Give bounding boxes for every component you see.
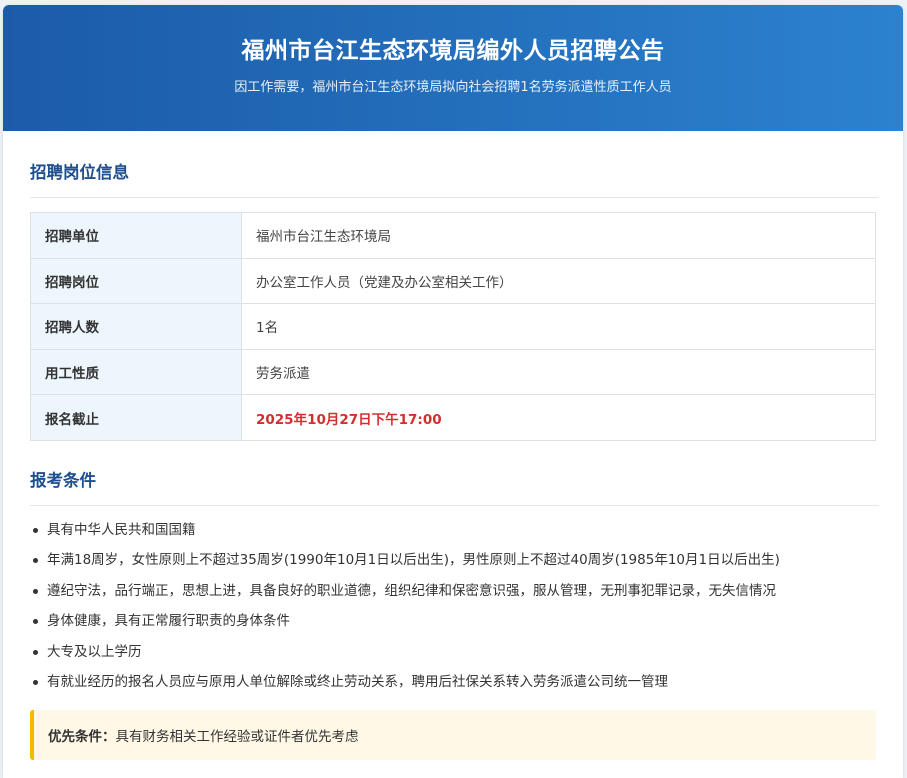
bullet-icon [33,558,38,564]
list-item: 遵纪守法，品行端正，思想上进，具备良好的职业道德，组织纪律和保密意识强，服从管理… [30,581,879,611]
requirements-section-title: 报考条件 [30,469,879,506]
row-value: 1名 [241,303,876,350]
list-item: 具有中华人民共和国国籍 [30,520,879,550]
bullet-icon [33,619,38,625]
requirements-list: 具有中华人民共和国国籍 年满18周岁，女性原则上不超过35周岁(1990年10月… [30,520,879,702]
row-label: 招聘人数 [30,303,242,350]
list-item-text: 具有中华人民共和国国籍 [47,521,196,538]
table-row: 招聘岗位 办公室工作人员（党建及办公室相关工作） [30,257,876,305]
page-subtitle: 因工作需要，福州市台江生态环境局拟向社会招聘1名劳务派遣性质工作人员 [234,80,672,95]
row-value: 劳务派遣 [241,348,876,396]
row-label: 招聘岗位 [30,257,242,305]
table-row: 报名截止 2025年10月27日下午17:00 [30,394,876,441]
table-row: 用工性质 劳务派遣 [30,348,876,396]
list-item: 大专及以上学历 [30,642,879,672]
list-item: 年满18周岁，女性原则上不超过35周岁(1990年10月1日以后出生)，男性原则… [30,550,879,580]
table-row: 招聘人数 1名 [30,303,876,350]
list-item-text: 年满18周岁，女性原则上不超过35周岁(1990年10月1日以后出生)，男性原则… [47,552,780,569]
bullet-icon [33,679,38,685]
table-row: 招聘单位 福州市台江生态环境局 [30,212,876,259]
row-label: 报名截止 [30,394,242,441]
list-item-text: 身体健康，具有正常履行职责的身体条件 [47,613,290,630]
list-item: 有就业经历的报名人员应与原用人单位解除或终止劳动关系，聘用后社保关系转入劳务派遣… [30,672,879,702]
list-item-text: 遵纪守法，品行端正，思想上进，具备良好的职业道德，组织纪律和保密意识强，服从管理… [47,582,776,599]
page-title: 福州市台江生态环境局编外人员招聘公告 [241,38,665,64]
position-section-title: 招聘岗位信息 [30,161,879,198]
bullet-icon [33,649,38,655]
priority-label: 优先条件： [48,729,116,746]
list-item-text: 大专及以上学历 [47,643,142,660]
row-label: 招聘单位 [30,212,242,259]
priority-text: 具有财务相关工作经验或证件者优先考虑 [115,729,359,746]
bullet-icon [33,588,38,594]
list-item: 身体健康，具有正常履行职责的身体条件 [30,611,879,641]
row-value: 福州市台江生态环境局 [241,212,876,259]
announcement-page: 福州市台江生态环境局编外人员招聘公告 因工作需要，福州市台江生态环境局拟向社会招… [3,5,903,778]
row-label: 用工性质 [30,348,242,396]
main-content: 招聘岗位信息 招聘单位 福州市台江生态环境局 招聘岗位 办公室工作人员（党建及办… [3,161,903,761]
list-item-text: 有就业经历的报名人员应与原用人单位解除或终止劳动关系，聘用后社保关系转入劳务派遣… [47,673,668,690]
page-header: 福州市台江生态环境局编外人员招聘公告 因工作需要，福州市台江生态环境局拟向社会招… [3,5,903,131]
row-value: 办公室工作人员（党建及办公室相关工作） [241,257,876,305]
deadline-value: 2025年10月27日下午17:00 [241,394,876,441]
position-info-table: 招聘单位 福州市台江生态环境局 招聘岗位 办公室工作人员（党建及办公室相关工作）… [30,212,876,441]
priority-notice: 优先条件： 具有财务相关工作经验或证件者优先考虑 [30,710,876,761]
bullet-icon [33,527,38,533]
